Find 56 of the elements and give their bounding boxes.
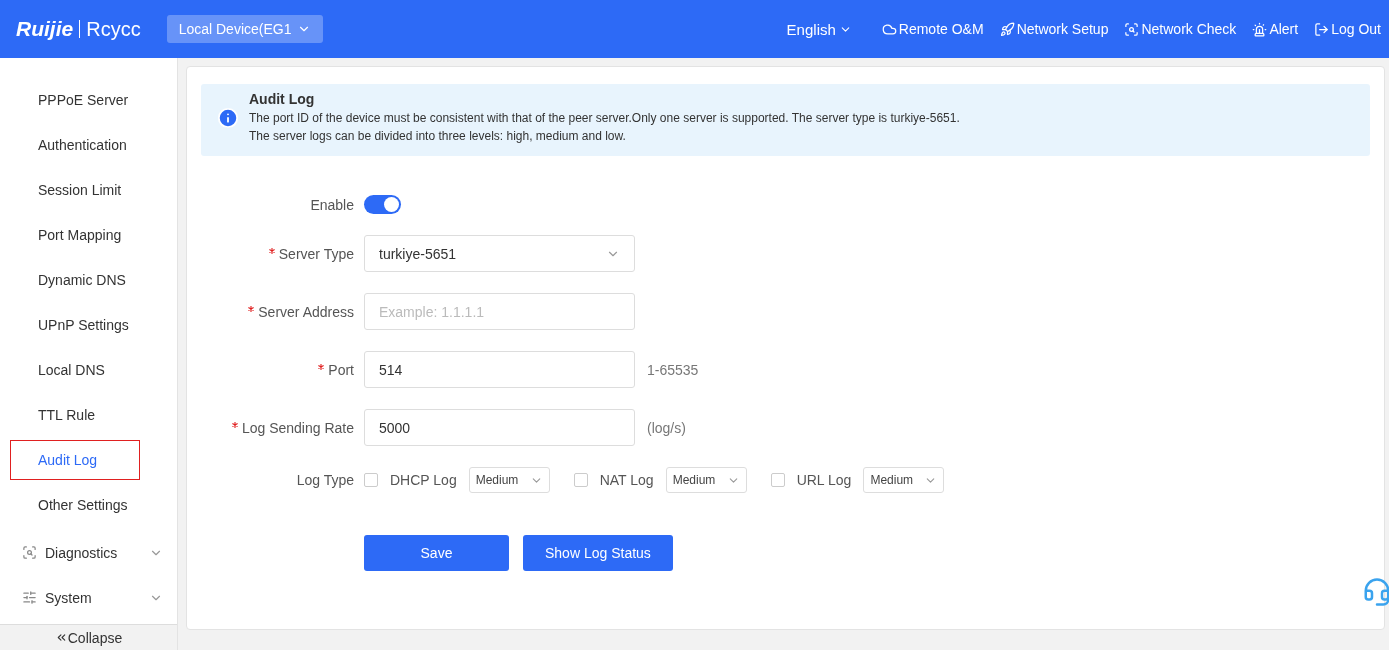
checkbox[interactable] <box>573 473 588 487</box>
nav-link[interactable]: Alert <box>1252 21 1299 37</box>
field-label: Log Type <box>295 472 354 488</box>
sidebar-item[interactable]: TTL Rule <box>10 395 140 435</box>
headset-icon[interactable] <box>1362 577 1389 607</box>
field-label: Server Address <box>201 303 354 320</box>
banner-title: Audit Log <box>249 91 316 107</box>
sidebar-item[interactable]: Session Limit <box>10 170 140 210</box>
search-icon <box>22 545 37 560</box>
cloud-icon <box>881 21 897 37</box>
sidebar-item[interactable]: PPPoE Server <box>10 80 140 120</box>
sidebar-item[interactable]: Local DNS <box>10 350 140 390</box>
field-hint: (log/s) <box>647 419 686 436</box>
info-icon <box>217 107 239 129</box>
level-select[interactable]: Medium <box>665 467 747 493</box>
input-field[interactable]: Example: 1.1.1.1 <box>364 293 635 330</box>
sliders-icon <box>22 590 37 605</box>
sub-brand-logo: Rcycc <box>86 17 141 41</box>
action-button[interactable]: Save <box>364 535 509 571</box>
banner-text: The server logs can be divided into three levels: high, medium and low. <box>249 128 627 145</box>
nav-link[interactable]: Remote O&M <box>881 21 984 37</box>
sidebar-group[interactable]: Diagnostics <box>10 530 177 575</box>
checkbox[interactable] <box>364 473 378 487</box>
field-label: Enable <box>309 196 354 213</box>
nav-link[interactable]: Network Setup <box>999 21 1109 37</box>
sidebar-item[interactable]: Authentication <box>10 125 140 165</box>
action-button[interactable]: Show Log Status <box>523 535 673 571</box>
banner-text: The port ID of the device must be consistent with that of the peer server.Only one server is supported. The server type is turkiye-5651. <box>249 110 960 127</box>
checkbox-label: DHCP Log <box>390 472 457 488</box>
level-select[interactable]: Medium <box>863 467 945 493</box>
field-hint: 1-65535 <box>647 361 699 378</box>
checkbox[interactable] <box>770 473 785 487</box>
sidebar-item[interactable]: Other Settings <box>10 485 140 525</box>
input-field[interactable]: 514 <box>364 351 635 388</box>
field-label: Log Sending Rate <box>201 419 354 436</box>
nav-link[interactable]: Network Check <box>1124 21 1237 37</box>
sidebar-item[interactable]: UPnP Settings <box>10 305 140 345</box>
field-label: Port <box>201 361 354 378</box>
language-select[interactable]: English <box>786 20 852 38</box>
collapse-button[interactable]: Collapse <box>0 624 177 650</box>
sidebar-item[interactable]: Dynamic DNS <box>10 260 140 300</box>
rocket-icon <box>999 21 1015 37</box>
sidebar-group[interactable]: System <box>10 575 177 620</box>
field-label: Server Type <box>201 245 354 262</box>
nav-link[interactable]: Log Out <box>1314 21 1381 37</box>
sidebar-item[interactable]: Port Mapping <box>10 215 140 255</box>
level-select[interactable]: Medium <box>468 467 550 493</box>
logout-icon <box>1314 21 1330 37</box>
brand-logo: Ruijie <box>16 17 74 41</box>
sidebar-item[interactable]: Audit Log <box>10 440 140 480</box>
select-field[interactable]: turkiye-5651 <box>364 235 635 272</box>
input-field[interactable]: 5000 <box>364 409 635 446</box>
checkbox-label: NAT Log <box>599 472 654 488</box>
enable-toggle[interactable] <box>364 195 401 214</box>
checkbox-label: URL Log <box>796 472 852 488</box>
alert-icon <box>1252 21 1268 37</box>
